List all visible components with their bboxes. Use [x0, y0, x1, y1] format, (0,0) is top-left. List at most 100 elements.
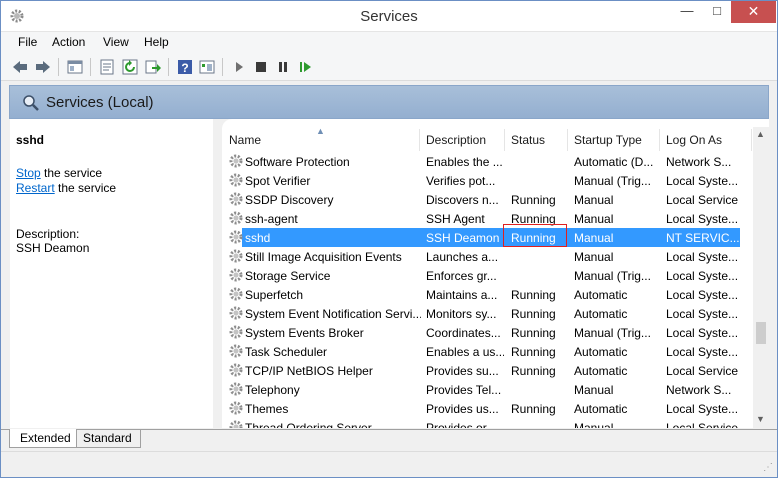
row-startup-type: Manual	[574, 193, 614, 207]
tab-standard[interactable]: Standard	[77, 429, 141, 448]
menu-help[interactable]: Help	[144, 35, 169, 49]
maximize-button[interactable]: □	[702, 1, 732, 23]
restart-service-link[interactable]: Restart	[16, 181, 55, 195]
column-divider[interactable]	[419, 129, 420, 151]
restart-icon[interactable]	[297, 58, 315, 76]
table-row[interactable]: Task Scheduler Enables a us... Running Auto…	[222, 342, 752, 361]
row-log-on-as: Local Syste...	[666, 402, 739, 416]
row-description: Enables the ...	[426, 155, 503, 169]
service-gear-icon	[229, 382, 243, 396]
status-bar: ⋰	[1, 451, 777, 477]
description-label: Description:	[16, 227, 80, 241]
column-divider[interactable]	[567, 129, 568, 151]
table-row[interactable]: TCP/IP NetBIOS Helper Provides su... Runni…	[222, 361, 752, 380]
menu-file[interactable]: File	[18, 35, 37, 49]
toolbar-separator	[58, 58, 59, 76]
row-status: Running	[511, 288, 556, 302]
column-divider[interactable]	[504, 129, 505, 151]
row-log-on-as: Local Syste...	[666, 174, 739, 188]
row-description: Coordinates...	[426, 326, 501, 340]
row-log-on-as: Local Syste...	[666, 212, 739, 226]
row-status: Running	[511, 307, 556, 321]
row-name: Thread Ordering Server	[245, 421, 372, 428]
view-icon[interactable]	[198, 58, 216, 76]
table-row[interactable]: Themes Provides us... Running Automatic Loca…	[222, 399, 752, 418]
column-divider[interactable]	[751, 129, 752, 151]
row-startup-type: Manual	[574, 250, 614, 264]
row-log-on-as: Local Syste...	[666, 269, 739, 283]
row-status: Running	[511, 402, 556, 416]
close-icon: ✕	[747, 3, 760, 19]
table-row[interactable]: Thread Ordering Server Provides or... Manu…	[222, 418, 752, 428]
row-startup-type: Automatic	[574, 345, 628, 359]
table-row[interactable]: Telephony Provides Tel... Manual Network S.…	[222, 380, 752, 399]
service-gear-icon	[229, 230, 243, 244]
properties-icon[interactable]	[98, 58, 116, 76]
row-name: System Events Broker	[245, 326, 364, 340]
services-window: Services — □ ✕ File Action View Help ? S…	[0, 0, 778, 478]
row-name: Still Image Acquisition Events	[245, 250, 402, 264]
console-tree-icon[interactable]	[66, 58, 84, 76]
minimize-button[interactable]: —	[672, 1, 702, 23]
table-row[interactable]: Superfetch Maintains a... Running Automatic…	[222, 285, 752, 304]
row-description: SSH Deamon	[426, 231, 500, 245]
row-name: Storage Service	[245, 269, 331, 283]
toolbar-separator	[168, 58, 169, 76]
stop-suffix: the service	[40, 166, 103, 180]
column-log-on-as[interactable]: Log On As	[666, 133, 722, 147]
service-gear-icon	[229, 363, 243, 377]
close-button[interactable]: ✕	[731, 1, 776, 23]
row-log-on-as: Local Service	[666, 421, 739, 428]
table-row[interactable]: sshd SSH Deamon Running Manual NT SERVIC...	[229, 228, 740, 247]
row-description: Enforces gr...	[426, 269, 497, 283]
stop-service-link[interactable]: Stop	[16, 166, 41, 180]
menu-view[interactable]: View	[103, 35, 129, 49]
column-header: ▲ Name Description Status Startup Type L…	[222, 126, 752, 151]
row-log-on-as: Local Syste...	[666, 326, 739, 340]
table-row[interactable]: System Event Notification Servi... Monito…	[222, 304, 752, 323]
column-startup-type[interactable]: Startup Type	[574, 133, 642, 147]
table-row[interactable]: Software Protection Enables the ... Automa…	[222, 152, 752, 171]
pause-icon[interactable]	[274, 58, 292, 76]
table-row[interactable]: ssh-agent SSH Agent Running Manual Local Sys…	[222, 209, 752, 228]
table-row[interactable]: System Events Broker Coordinates... Runnin…	[222, 323, 752, 342]
row-startup-type: Manual (Trig...	[574, 174, 651, 188]
refresh-icon[interactable]	[121, 58, 139, 76]
toolbar: ?	[1, 53, 777, 81]
stop-icon[interactable]	[252, 58, 270, 76]
table-row[interactable]: Spot Verifier Verifies pot... Manual (Trig…	[222, 171, 752, 190]
row-log-on-as: Local Syste...	[666, 307, 739, 321]
column-divider[interactable]	[659, 129, 660, 151]
help-icon[interactable]: ?	[176, 58, 194, 76]
title-bar[interactable]: Services — □ ✕	[1, 1, 777, 32]
row-startup-type: Automatic	[574, 288, 628, 302]
restart-line: Restart the service	[16, 181, 116, 195]
forward-icon[interactable]	[34, 58, 52, 76]
minimize-icon: —	[680, 3, 694, 18]
column-name[interactable]: Name	[229, 133, 261, 147]
scroll-thumb[interactable]	[756, 322, 766, 344]
tab-extended[interactable]: Extended	[9, 429, 77, 448]
row-description: SSH Agent	[426, 212, 485, 226]
scroll-down-icon[interactable]: ▼	[756, 414, 765, 424]
table-row[interactable]: Still Image Acquisition Events Launches a…	[222, 247, 752, 266]
table-row[interactable]: Storage Service Enforces gr... Manual (Tri…	[222, 266, 752, 285]
column-description[interactable]: Description	[426, 133, 486, 147]
row-log-on-as: Local Service	[666, 364, 739, 378]
row-startup-type: Manual (Trig...	[574, 326, 651, 340]
export-icon[interactable]	[144, 58, 162, 76]
table-row[interactable]: SSDP Discovery Discovers n... Running Manua…	[222, 190, 752, 209]
menu-action[interactable]: Action	[52, 35, 85, 49]
resize-grip-icon[interactable]: ⋰	[763, 462, 773, 473]
row-status: Running	[511, 345, 556, 359]
description-value: SSH Deamon	[16, 241, 90, 255]
scroll-up-icon[interactable]: ▲	[756, 129, 765, 139]
toolbar-separator	[90, 58, 91, 76]
back-icon[interactable]	[11, 58, 29, 76]
row-description: Monitors sy...	[426, 307, 497, 321]
services-list: ▲ Name Description Status Startup Type L…	[222, 119, 769, 428]
start-icon[interactable]	[230, 58, 248, 76]
banner-title: Services (Local)	[46, 94, 154, 111]
column-status[interactable]: Status	[511, 133, 545, 147]
vertical-scrollbar[interactable]: ▲ ▼	[753, 127, 769, 428]
